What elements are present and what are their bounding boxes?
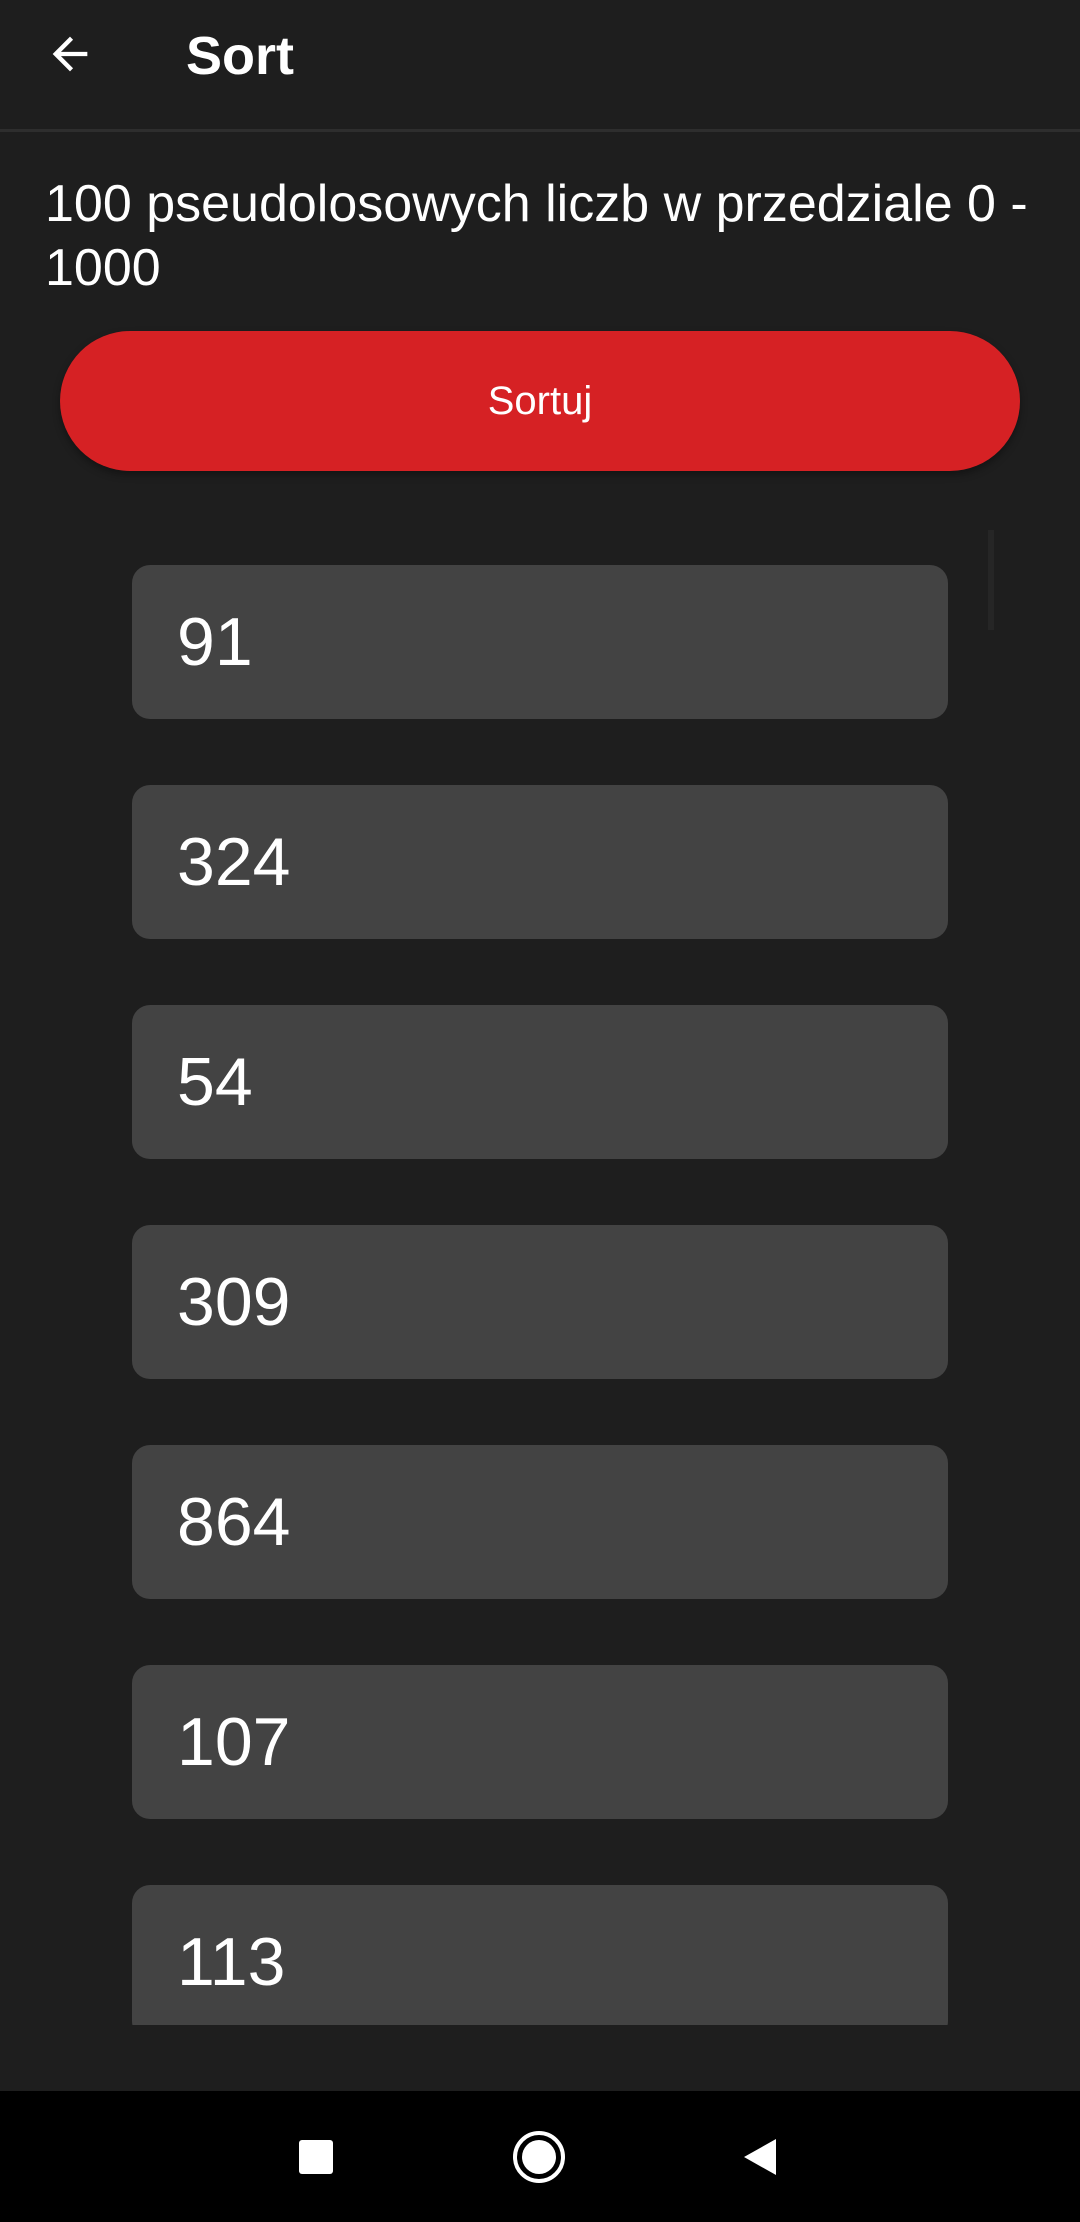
list-item[interactable]: 309 — [132, 1225, 948, 1379]
system-nav-bar — [0, 2091, 1080, 2222]
number-list: 91 324 54 309 864 107 113 — [132, 565, 948, 2025]
list-item[interactable]: 107 — [132, 1665, 948, 1819]
list-item[interactable]: 91 — [132, 565, 948, 719]
list-item[interactable]: 54 — [132, 1005, 948, 1159]
scroll-indicator — [988, 530, 994, 630]
app-bar: Sort — [0, 0, 1080, 132]
description-text: 100 pseudolosowych liczb w przedziale 0 … — [45, 175, 1028, 297]
arrow-left-icon — [52, 36, 88, 72]
number-list-viewport[interactable]: 91 324 54 309 864 107 113 — [0, 530, 1080, 2025]
list-item[interactable]: 113 — [132, 1885, 948, 2025]
circle-icon — [513, 2131, 565, 2183]
page-title: Sort — [186, 26, 294, 86]
list-item[interactable]: 324 — [132, 785, 948, 939]
home-button[interactable] — [503, 2121, 575, 2193]
square-icon — [299, 2140, 333, 2174]
list-item[interactable]: 864 — [132, 1445, 948, 1599]
sort-screen: Sort 100 pseudolosowych liczb w przedzia… — [0, 0, 1080, 2222]
nav-back-button[interactable] — [724, 2121, 796, 2193]
back-button[interactable] — [30, 14, 110, 94]
recents-button[interactable] — [280, 2121, 352, 2193]
sort-button[interactable]: Sortuj — [60, 331, 1020, 471]
triangle-back-icon — [744, 2139, 776, 2175]
